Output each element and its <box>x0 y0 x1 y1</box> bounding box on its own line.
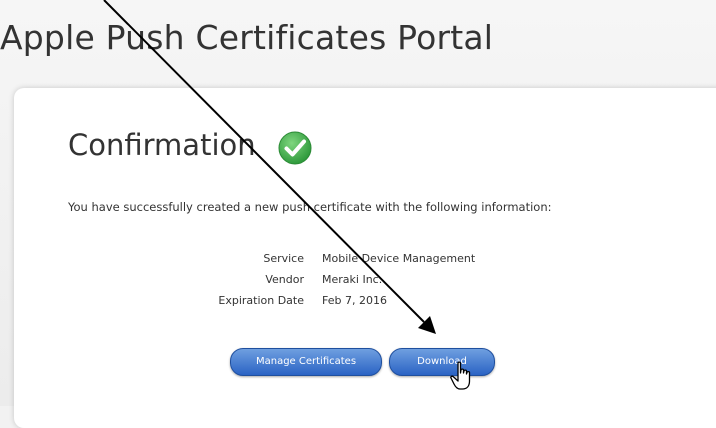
info-row-expiration: Expiration Date Feb 7, 2016 <box>0 294 716 314</box>
info-row-service: Service Mobile Device Management <box>0 252 716 272</box>
info-label: Service <box>263 252 304 265</box>
portal-title: Apple Push Certificates Portal <box>0 18 494 57</box>
confirmation-heading: Confirmation <box>68 128 256 162</box>
info-value: Feb 7, 2016 <box>322 294 387 307</box>
info-label: Expiration Date <box>218 294 304 307</box>
download-button[interactable]: Download <box>389 348 495 376</box>
success-message: You have successfully created a new push… <box>68 200 552 214</box>
info-label: Vendor <box>265 273 304 286</box>
info-value: Mobile Device Management <box>322 252 476 265</box>
info-value: Meraki Inc. <box>322 273 383 286</box>
check-circle-icon <box>278 131 312 165</box>
page-background: Apple Push Certificates Portal Confirmat… <box>0 0 716 428</box>
hand-pointer-icon <box>450 361 471 390</box>
info-row-vendor: Vendor Meraki Inc. <box>0 273 716 293</box>
manage-certificates-button[interactable]: Manage Certificates <box>230 348 382 376</box>
